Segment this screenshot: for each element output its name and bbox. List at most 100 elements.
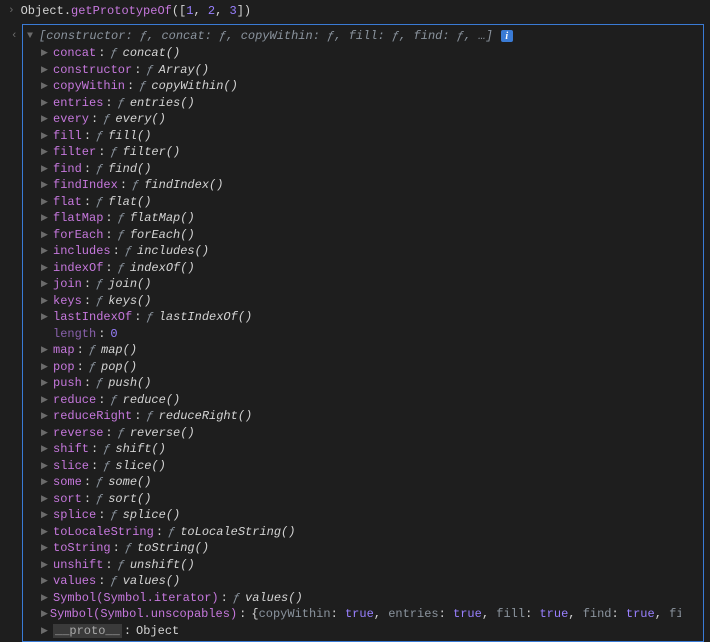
function-name: push() bbox=[108, 376, 151, 391]
expand-icon: ▶ bbox=[41, 525, 51, 540]
expand-icon: ▶ bbox=[41, 360, 51, 375]
property-row[interactable]: ▶unshift: ƒunshift() bbox=[41, 557, 697, 574]
function-name: find() bbox=[108, 162, 151, 177]
function-icon: ƒ bbox=[118, 261, 125, 276]
expand-icon: ▶ bbox=[41, 310, 51, 325]
property-row[interactable]: ▶forEach: ƒforEach() bbox=[41, 227, 697, 244]
function-icon: ƒ bbox=[110, 145, 117, 160]
property-row[interactable]: ▶slice: ƒslice() bbox=[41, 458, 697, 475]
property-row[interactable]: ▶includes: ƒincludes() bbox=[41, 243, 697, 260]
property-key: slice bbox=[53, 459, 89, 474]
property-row[interactable]: ▶splice: ƒsplice() bbox=[41, 507, 697, 524]
property-key: toLocaleString bbox=[53, 525, 154, 540]
function-icon: ƒ bbox=[103, 459, 110, 474]
console-result: ‹ ▼ [constructor: ƒ, concat: ƒ, copyWith… bbox=[22, 24, 704, 642]
property-row[interactable]: ▶join: ƒjoin() bbox=[41, 276, 697, 293]
function-name: keys() bbox=[108, 294, 151, 309]
function-icon: ƒ bbox=[118, 211, 125, 226]
property-row[interactable]: ▶find: ƒfind() bbox=[41, 161, 697, 178]
property-row-unscopables[interactable]: ▶Symbol(Symbol.unscopables): {copyWithin… bbox=[41, 606, 681, 623]
property-value: Object bbox=[136, 624, 179, 639]
expand-icon: ▶ bbox=[41, 294, 51, 309]
expand-icon: ▶ bbox=[41, 129, 51, 144]
property-row[interactable]: ▶copyWithin: ƒcopyWithin() bbox=[41, 78, 697, 95]
property-row[interactable]: ▶keys: ƒkeys() bbox=[41, 293, 697, 310]
result-summary[interactable]: ‹ ▼ [constructor: ƒ, concat: ƒ, copyWith… bbox=[27, 27, 697, 45]
function-icon: ƒ bbox=[110, 46, 117, 61]
function-name: shift() bbox=[115, 442, 165, 457]
property-row[interactable]: ▶entries: ƒentries() bbox=[41, 95, 697, 112]
property-row[interactable]: ▶indexOf: ƒindexOf() bbox=[41, 260, 697, 277]
expand-icon: ▶ bbox=[41, 426, 51, 441]
property-row[interactable]: ▶toString: ƒtoString() bbox=[41, 540, 697, 557]
property-row[interactable]: ▶findIndex: ƒfindIndex() bbox=[41, 177, 697, 194]
function-name: toLocaleString() bbox=[180, 525, 295, 540]
function-icon: ƒ bbox=[96, 162, 103, 177]
property-row[interactable]: ▶every: ƒevery() bbox=[41, 111, 697, 128]
function-icon: ƒ bbox=[233, 591, 240, 606]
expand-icon: ▶ bbox=[41, 145, 51, 160]
expand-icon: ▶ bbox=[41, 492, 51, 507]
property-row[interactable]: ▶fill: ƒfill() bbox=[41, 128, 697, 145]
function-icon: ƒ bbox=[89, 360, 96, 375]
property-row[interactable]: ▶some: ƒsome() bbox=[41, 474, 697, 491]
function-name: fill() bbox=[108, 129, 151, 144]
function-name: sort() bbox=[108, 492, 151, 507]
function-name: entries() bbox=[130, 96, 195, 111]
function-icon: ƒ bbox=[110, 574, 117, 589]
property-row[interactable]: ▶toLocaleString: ƒtoLocaleString() bbox=[41, 524, 697, 541]
property-row[interactable]: ▶push: ƒpush() bbox=[41, 375, 697, 392]
info-icon[interactable]: i bbox=[501, 30, 513, 42]
property-row[interactable]: ▶concat: ƒconcat() bbox=[41, 45, 697, 62]
property-key: keys bbox=[53, 294, 82, 309]
expand-icon: ▶ bbox=[41, 79, 51, 94]
property-key: pop bbox=[53, 360, 75, 375]
expand-caret-icon[interactable]: ▼ bbox=[27, 31, 33, 42]
property-key: forEach bbox=[53, 228, 103, 243]
expand-icon: ▶ bbox=[41, 46, 51, 61]
function-icon: ƒ bbox=[118, 558, 125, 573]
property-row[interactable]: ▶flat: ƒflat() bbox=[41, 194, 697, 211]
property-row[interactable]: ▶lastIndexOf: ƒlastIndexOf() bbox=[41, 309, 697, 326]
property-row[interactable]: ▶flatMap: ƒflatMap() bbox=[41, 210, 697, 227]
property-row[interactable]: ▶map: ƒmap() bbox=[41, 342, 697, 359]
function-icon: ƒ bbox=[103, 112, 110, 127]
property-row-proto[interactable]: ▶__proto__: Object bbox=[41, 623, 697, 640]
property-row[interactable]: ▶Symbol(Symbol.iterator): ƒvalues() bbox=[41, 590, 697, 607]
expand-icon: ▶ bbox=[41, 244, 51, 259]
property-key: filter bbox=[53, 145, 96, 160]
property-row[interactable]: ▶shift: ƒshift() bbox=[41, 441, 697, 458]
property-row-length[interactable]: length: 0 bbox=[41, 326, 697, 343]
property-key: flatMap bbox=[53, 211, 103, 226]
expand-icon: ▶ bbox=[41, 541, 51, 556]
property-row[interactable]: ▶reverse: ƒreverse() bbox=[41, 425, 697, 442]
property-row[interactable]: ▶reduce: ƒreduce() bbox=[41, 392, 697, 409]
function-name: reverse() bbox=[130, 426, 195, 441]
property-key: some bbox=[53, 475, 82, 490]
expand-icon: ▶ bbox=[41, 195, 51, 210]
property-row[interactable]: ▶pop: ƒpop() bbox=[41, 359, 697, 376]
function-name: splice() bbox=[123, 508, 181, 523]
property-key: copyWithin bbox=[53, 79, 125, 94]
property-row[interactable]: ▶values: ƒvalues() bbox=[41, 573, 697, 590]
property-row[interactable]: ▶filter: ƒfilter() bbox=[41, 144, 697, 161]
property-row[interactable]: ▶reduceRight: ƒreduceRight() bbox=[41, 408, 697, 425]
expand-icon: ▶ bbox=[41, 376, 51, 391]
expand-icon: ▶ bbox=[41, 624, 51, 639]
property-key: flat bbox=[53, 195, 82, 210]
property-row[interactable]: ▶sort: ƒsort() bbox=[41, 491, 697, 508]
expand-icon: ▶ bbox=[41, 442, 51, 457]
expand-icon: ▶ bbox=[41, 508, 51, 523]
property-row[interactable]: ▶constructor: ƒArray() bbox=[41, 62, 697, 79]
function-name: some() bbox=[108, 475, 151, 490]
function-icon: ƒ bbox=[146, 409, 153, 424]
console-input-row[interactable]: › Object.getPrototypeOf([1, 2, 3]) bbox=[0, 0, 710, 22]
property-list: ▶concat: ƒconcat()▶constructor: ƒArray()… bbox=[27, 45, 697, 639]
function-name: every() bbox=[115, 112, 165, 127]
expand-icon: ▶ bbox=[41, 607, 48, 622]
expand-icon: ▶ bbox=[41, 558, 51, 573]
expand-icon: ▶ bbox=[41, 228, 51, 243]
function-icon: ƒ bbox=[96, 475, 103, 490]
expand-icon: ▶ bbox=[41, 393, 51, 408]
function-icon: ƒ bbox=[118, 96, 125, 111]
